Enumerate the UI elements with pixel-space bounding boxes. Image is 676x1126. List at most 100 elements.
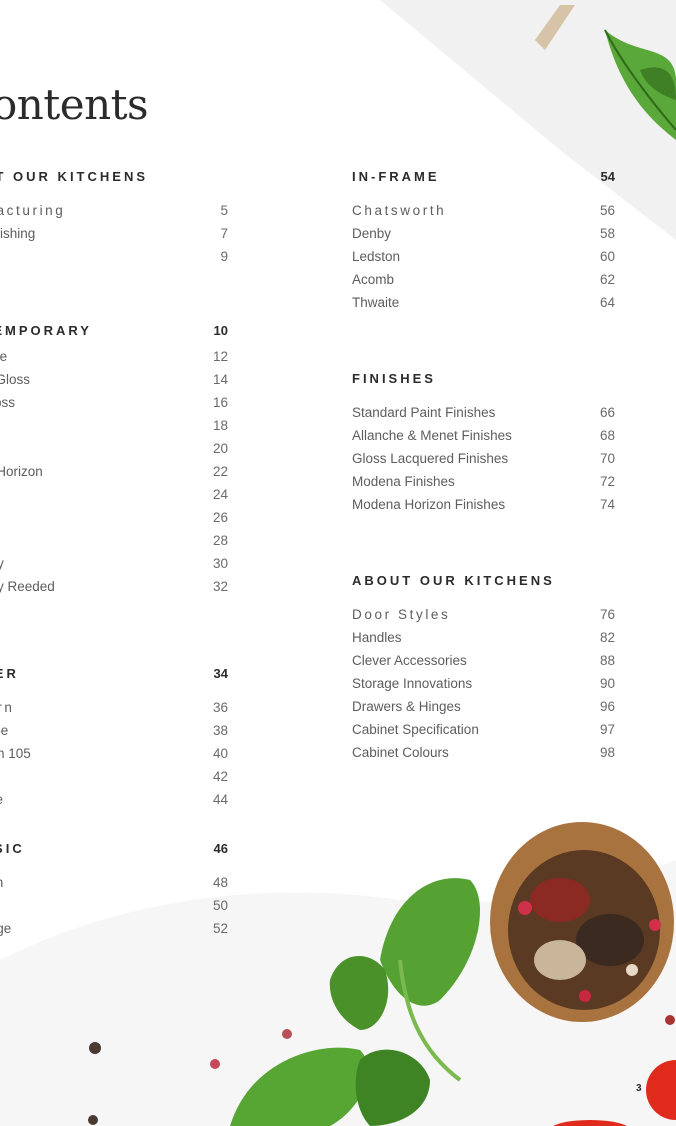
peppercorn-icon bbox=[282, 1029, 292, 1039]
section-heading: NTEMPORARY 10 bbox=[0, 323, 228, 343]
entry-label: Handles bbox=[352, 630, 402, 645]
toc-entry[interactable]: Thwaite 64 bbox=[352, 291, 615, 314]
toc-entry[interactable]: Cabinet Specification 97 bbox=[352, 718, 615, 741]
entry-page: 58 bbox=[599, 226, 615, 241]
entry-label: nufacturing bbox=[0, 203, 66, 218]
peppercorn-icon bbox=[210, 1059, 220, 1069]
toc-entry[interactable]: nbury 30 bbox=[0, 552, 228, 575]
entry-page: 24 bbox=[212, 487, 228, 502]
section-heading-label: OUT OUR KITCHENS bbox=[0, 169, 148, 184]
toc-entry[interactable]: Modena Horizon Finishes 74 bbox=[352, 493, 615, 516]
entry-page: 14 bbox=[212, 372, 228, 387]
toc-entry[interactable]: nufacturing 5 bbox=[0, 199, 228, 222]
toc-entry[interactable]: ena Horizon 22 bbox=[0, 460, 228, 483]
toc-entry[interactable]: tbridge 52 bbox=[0, 917, 228, 940]
toc-entry[interactable]: s18 bbox=[0, 414, 228, 437]
entry-page: 18 bbox=[212, 418, 228, 433]
entry-page: 50 bbox=[212, 898, 228, 913]
toc-entry[interactable]: Drawers & Hinges 96 bbox=[352, 695, 615, 718]
section-heading: AKER 34 bbox=[0, 666, 228, 686]
entry-label: Thwaite bbox=[352, 295, 400, 310]
entry-page: 62 bbox=[599, 272, 615, 287]
toc-entry[interactable]: Acomb 62 bbox=[352, 268, 615, 291]
entry-page: 40 bbox=[212, 746, 228, 761]
section-heading: ABOUT OUR KITCHENS bbox=[352, 573, 615, 593]
entry-label: nza Gloss bbox=[0, 372, 31, 387]
toc-entry[interactable]: gton50 bbox=[0, 894, 228, 917]
toc-entry[interactable]: odale 44 bbox=[0, 788, 228, 811]
toc-entry[interactable]: bourn 105 40 bbox=[0, 742, 228, 765]
toc-entry[interactable]: rburn 36 bbox=[0, 696, 228, 719]
section-in-frame: IN-FRAME 54 Chatsworth 56 Denby 58 Ledston… bbox=[352, 169, 615, 314]
entry-page: 97 bbox=[599, 722, 615, 737]
section-contemporary: NTEMPORARY 10 nche 12 nza Gloss 14 s Gloss… bbox=[0, 323, 228, 598]
toc-entry[interactable]: et20 bbox=[0, 437, 228, 460]
entry-label: Modena Finishes bbox=[352, 474, 455, 489]
entry-page: 98 bbox=[599, 745, 615, 760]
entry-page: 7 bbox=[220, 226, 228, 241]
toc-entry[interactable]: ena24 bbox=[0, 483, 228, 506]
toc-entry[interactable]: Handles 82 bbox=[352, 626, 615, 649]
peppercorn-icon bbox=[665, 1015, 675, 1025]
entry-page: 70 bbox=[599, 451, 615, 466]
section-finishes: FINISHES Standard Paint Finishes 66 Allan… bbox=[352, 371, 615, 516]
toc-entry[interactable]: Cabinet Colours 98 bbox=[352, 741, 615, 764]
entry-page: 96 bbox=[599, 699, 615, 714]
toc-entry[interactable]: nche 12 bbox=[0, 345, 228, 368]
toc-entry[interactable]: Standard Paint Finishes 66 bbox=[352, 401, 615, 424]
contents-page: ontents OUT OUR KITCHENS nufacturing 5 d … bbox=[0, 0, 676, 1126]
section-heading-label: NTEMPORARY bbox=[0, 323, 92, 338]
toc-entry[interactable]: s Gloss 16 bbox=[0, 391, 228, 414]
entry-page: 68 bbox=[599, 428, 615, 443]
toc-entry[interactable]: Chatsworth 56 bbox=[352, 199, 615, 222]
toc-entry[interactable]: Storage Innovations 90 bbox=[352, 672, 615, 695]
section-heading-number: 54 bbox=[600, 169, 615, 184]
entry-label: Allanche & Menet Finishes bbox=[352, 428, 512, 443]
toc-entry[interactable]: Gloss Lacquered Finishes 70 bbox=[352, 447, 615, 470]
toc-entry[interactable]: thorpe 38 bbox=[0, 719, 228, 742]
section-heading: IN-FRAME 54 bbox=[352, 169, 615, 189]
entry-label: Drawers & Hinges bbox=[352, 699, 461, 714]
toc-entry[interactable]: ting9 bbox=[0, 245, 228, 268]
entry-label: Gloss Lacquered Finishes bbox=[352, 451, 509, 466]
toc-entry[interactable]: Denby 58 bbox=[352, 222, 615, 245]
section-shaker: AKER 34 rburn 36 thorpe 38 bourn 105 40 den… bbox=[0, 666, 228, 811]
toc-entry[interactable]: yton 48 bbox=[0, 871, 228, 894]
entry-page: 56 bbox=[599, 203, 615, 218]
toc-entry[interactable]: nbury Reeded 32 bbox=[0, 575, 228, 598]
entry-page: 16 bbox=[212, 395, 228, 410]
entry-page: 22 bbox=[212, 464, 228, 479]
entry-label: Door Styles bbox=[352, 607, 451, 622]
entry-label: thorpe bbox=[0, 723, 9, 738]
entry-label: bourn 105 bbox=[0, 746, 31, 761]
entry-page: 90 bbox=[599, 676, 615, 691]
entry-page: 38 bbox=[212, 723, 228, 738]
toc-entry[interactable]: ded28 bbox=[0, 529, 228, 552]
toc-entry[interactable]: Ledston 60 bbox=[352, 245, 615, 268]
page-number: 3 bbox=[636, 1083, 642, 1094]
entry-page: 72 bbox=[599, 474, 615, 489]
toc-entry[interactable]: Door Styles 76 bbox=[352, 603, 615, 626]
entry-page: 9 bbox=[220, 249, 228, 264]
entry-page: 66 bbox=[599, 405, 615, 420]
entry-label: Modena Horizon Finishes bbox=[352, 497, 506, 512]
toc-entry[interactable]: Clever Accessories 88 bbox=[352, 649, 615, 672]
toc-entry[interactable]: nza Gloss 14 bbox=[0, 368, 228, 391]
section-heading: FINISHES bbox=[352, 371, 615, 391]
section-classic: ASSIC 46 yton 48 gton50 tbridge 52 bbox=[0, 841, 228, 940]
toc-entry[interactable]: d Finishing 7 bbox=[0, 222, 228, 245]
toc-entry[interactable]: nza26 bbox=[0, 506, 228, 529]
section-heading: ASSIC 46 bbox=[0, 841, 228, 861]
entry-label: yton bbox=[0, 875, 6, 890]
toc-entry[interactable]: Modena Finishes 72 bbox=[352, 470, 615, 493]
entry-page: 88 bbox=[599, 653, 615, 668]
section-heading-label: FINISHES bbox=[352, 371, 436, 386]
toc-entry[interactable]: den42 bbox=[0, 765, 228, 788]
entry-label: rburn bbox=[0, 700, 15, 715]
entry-label: Cabinet Colours bbox=[352, 745, 449, 760]
entry-page: 20 bbox=[212, 441, 228, 456]
entry-page: 52 bbox=[212, 921, 228, 936]
entry-page: 12 bbox=[212, 349, 228, 364]
toc-entry[interactable]: Allanche & Menet Finishes 68 bbox=[352, 424, 615, 447]
entry-label: Acomb bbox=[352, 272, 395, 287]
